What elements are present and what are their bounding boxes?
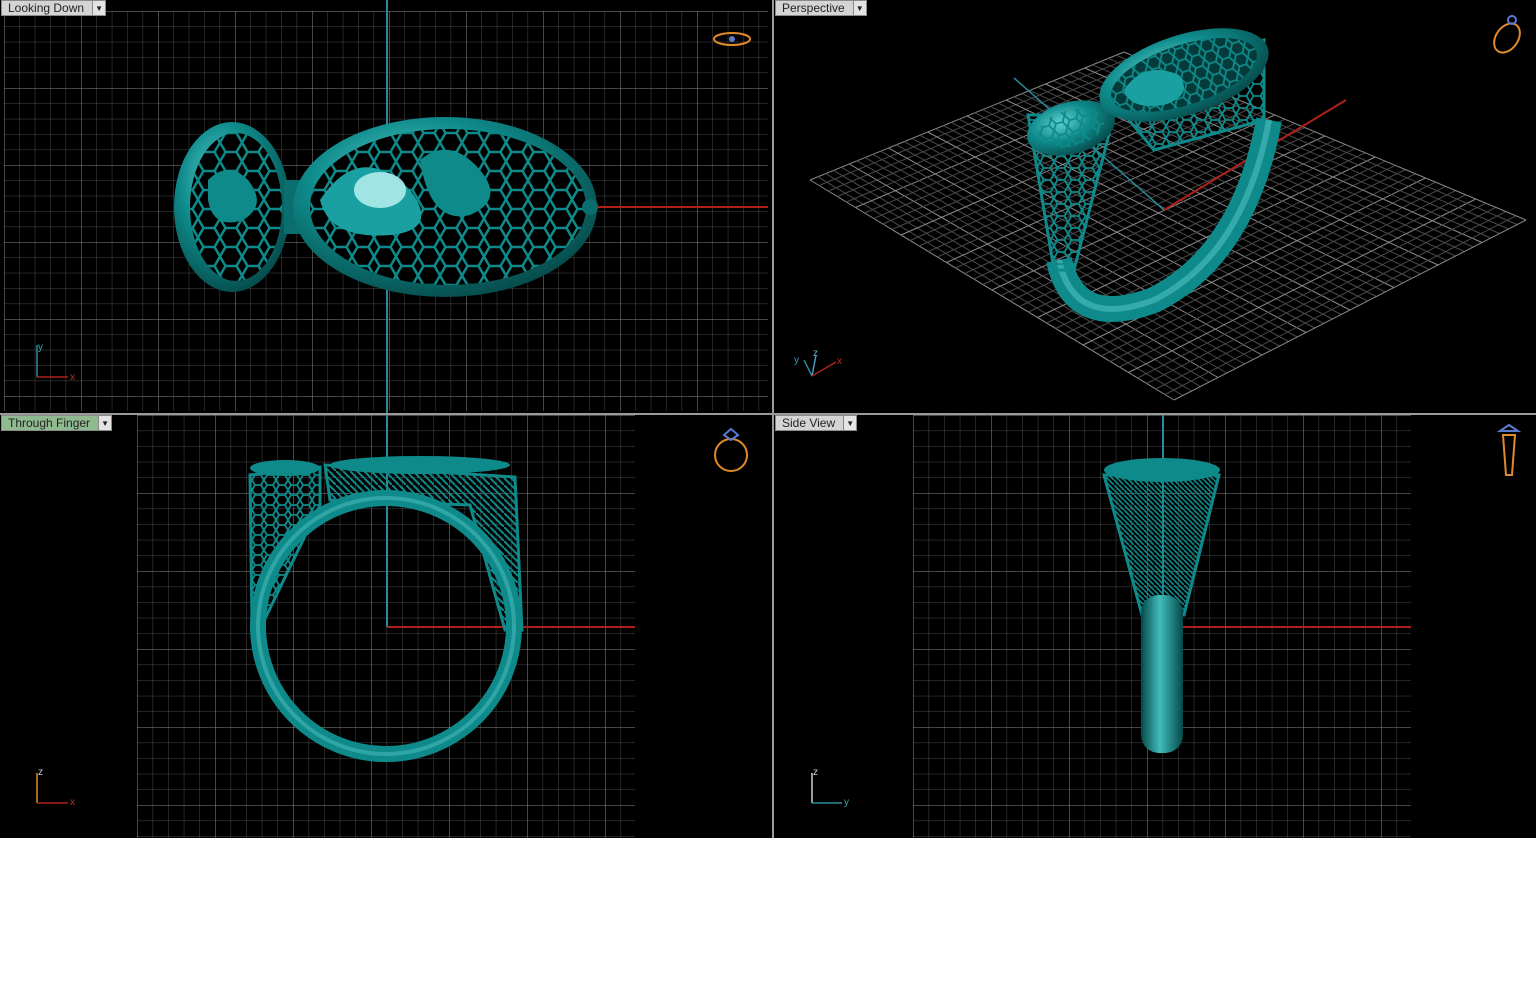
chevron-down-icon[interactable]: ▼ bbox=[93, 0, 107, 16]
viewport-canvas[interactable]: z y bbox=[774, 415, 1536, 838]
viewport-label[interactable]: Perspective ▼ bbox=[775, 0, 867, 16]
viewport-label[interactable]: Through Finger ▼ bbox=[1, 415, 113, 431]
axis-label-x: x bbox=[837, 356, 842, 367]
viewport-splitter-horizontal[interactable] bbox=[0, 413, 1536, 415]
viewport-through-finger[interactable]: Through Finger ▼ z x bbox=[0, 415, 772, 838]
axis-label-y: y bbox=[38, 342, 43, 353]
ring-orientation-icon[interactable] bbox=[714, 427, 748, 472]
ring-orientation-icon[interactable] bbox=[1496, 423, 1522, 476]
viewport-label[interactable]: Side View ▼ bbox=[775, 415, 858, 431]
chevron-down-icon[interactable]: ▼ bbox=[844, 415, 858, 431]
viewport-name[interactable]: Looking Down bbox=[1, 0, 94, 16]
axis-label-z: z bbox=[813, 348, 818, 359]
axis-label-z: z bbox=[38, 767, 43, 778]
axis-label-y: y bbox=[844, 797, 849, 808]
axis-label-z: z bbox=[813, 767, 818, 778]
viewport-name[interactable]: Perspective bbox=[775, 0, 854, 16]
viewport-splitter-vertical[interactable] bbox=[772, 0, 774, 838]
viewport-canvas[interactable]: y z x bbox=[774, 0, 1536, 413]
viewport-canvas[interactable]: y x bbox=[0, 0, 772, 413]
viewport-name[interactable]: Side View bbox=[775, 415, 845, 431]
viewport-perspective[interactable]: Perspective ▼ y z x bbox=[774, 0, 1536, 413]
viewport-side-view[interactable]: Side View ▼ z y bbox=[774, 415, 1536, 838]
chevron-down-icon[interactable]: ▼ bbox=[99, 415, 113, 431]
axis-label-y: y bbox=[794, 355, 799, 366]
viewport-canvas[interactable]: z x bbox=[0, 415, 772, 838]
viewport-looking-down[interactable]: Looking Down ▼ y x bbox=[0, 0, 772, 413]
ring-orientation-icon[interactable] bbox=[1489, 15, 1525, 57]
axis-label-x: x bbox=[70, 797, 75, 808]
axis-label-x: x bbox=[70, 372, 75, 383]
viewport-name[interactable]: Through Finger bbox=[1, 415, 100, 431]
chevron-down-icon[interactable]: ▼ bbox=[853, 0, 867, 16]
viewport-label[interactable]: Looking Down ▼ bbox=[1, 0, 107, 16]
ring-model[interactable] bbox=[174, 117, 598, 297]
